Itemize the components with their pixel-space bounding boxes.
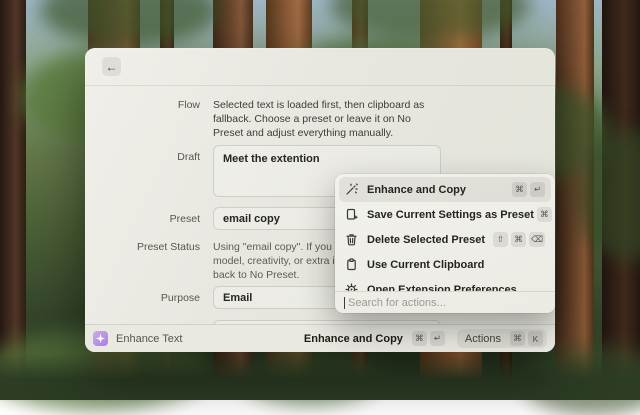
primary-action-button[interactable]: Enhance and Copy xyxy=(304,333,403,345)
preset-label: Preset xyxy=(85,207,213,230)
preset-select-value: email copy xyxy=(223,213,280,225)
draft-label: Draft xyxy=(85,145,213,202)
enhance-text-app-icon xyxy=(93,331,108,346)
wallpaper-foliage xyxy=(40,0,220,45)
cmd-key-badge: ⌘ xyxy=(510,331,525,346)
window-header: ← xyxy=(85,48,555,86)
menu-item-label: Save Current Settings as Preset xyxy=(367,209,534,221)
flow-description: Selected text is loaded first, then clip… xyxy=(213,98,441,140)
actions-search-input[interactable] xyxy=(346,296,546,310)
shift-key-badge: ⇧ xyxy=(493,232,508,247)
menu-item-shortcut: ⌘ ↵ xyxy=(509,182,545,197)
preset-status-label: Preset Status xyxy=(85,240,213,282)
flow-label: Flow xyxy=(85,98,213,140)
return-key-badge: ↵ xyxy=(430,331,445,346)
cmd-key-badge: ⌘ xyxy=(412,331,427,346)
menu-item-label: Enhance and Copy xyxy=(367,184,509,196)
menu-item-label: Open Extension Preferences xyxy=(367,284,545,292)
actions-popup: Enhance and Copy ⌘ ↵ Save Current Settin… xyxy=(335,174,555,313)
back-button[interactable]: ← xyxy=(102,57,121,76)
purpose-label: Purpose xyxy=(85,286,213,309)
sparkle-icon xyxy=(96,334,105,343)
wallpaper-forest-floor xyxy=(0,354,640,400)
menu-item-open-preferences[interactable]: Open Extension Preferences xyxy=(339,277,551,291)
clipboard-icon xyxy=(345,258,358,271)
actions-menu-list: Enhance and Copy ⌘ ↵ Save Current Settin… xyxy=(335,174,555,291)
actions-search-row xyxy=(335,291,555,313)
back-arrow-icon: ← xyxy=(106,60,118,74)
menu-item-save-preset[interactable]: Save Current Settings as Preset ⌘ S xyxy=(339,202,551,227)
document-plus-icon xyxy=(345,208,358,221)
delete-key-badge: ⌫ xyxy=(529,232,545,247)
k-key-badge: K xyxy=(528,331,543,346)
purpose-select-value: Email xyxy=(223,292,252,304)
wand-sparkles-icon xyxy=(345,183,358,196)
menu-item-label: Use Current Clipboard xyxy=(367,259,545,271)
cmd-key-badge: ⌘ xyxy=(511,232,526,247)
return-key-badge: ↵ xyxy=(530,182,545,197)
menu-item-shortcut: ⌘ S xyxy=(534,207,555,222)
flow-row: Flow Selected text is loaded first, then… xyxy=(85,98,555,140)
actions-button[interactable]: Actions ⌘ K xyxy=(457,329,547,348)
menu-item-enhance-and-copy[interactable]: Enhance and Copy ⌘ ↵ xyxy=(339,177,551,202)
status-bar: Enhance Text Enhance and Copy ⌘ ↵ Action… xyxy=(85,324,555,352)
cmd-key-badge: ⌘ xyxy=(512,182,527,197)
cmd-key-badge: ⌘ xyxy=(537,207,552,222)
trash-icon xyxy=(345,233,358,246)
menu-item-delete-preset[interactable]: Delete Selected Preset ⇧ ⌘ ⌫ xyxy=(339,227,551,252)
gear-icon xyxy=(345,283,358,291)
status-bar-actions: Enhance and Copy ⌘ ↵ Actions ⌘ K xyxy=(304,329,547,348)
text-caret xyxy=(344,297,345,309)
menu-item-use-clipboard[interactable]: Use Current Clipboard xyxy=(339,252,551,277)
menu-item-label: Delete Selected Preset xyxy=(367,234,490,246)
menu-item-shortcut: ⇧ ⌘ ⌫ xyxy=(490,232,545,247)
app-name: Enhance Text xyxy=(116,333,182,345)
actions-button-label: Actions xyxy=(465,333,501,345)
